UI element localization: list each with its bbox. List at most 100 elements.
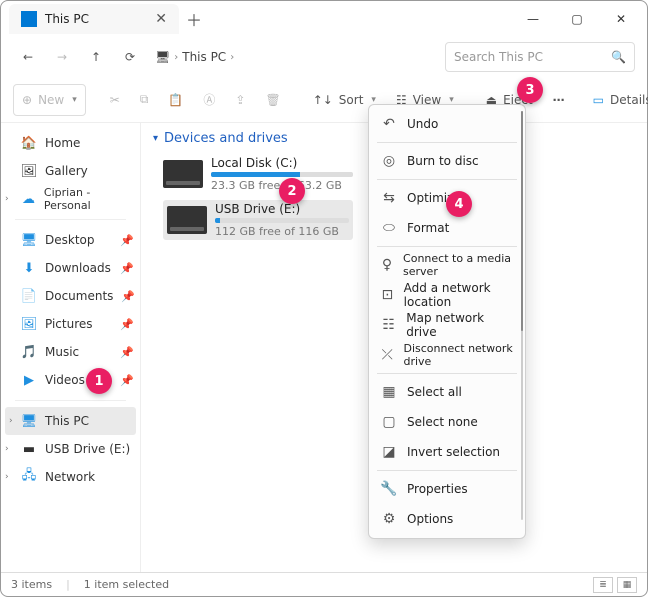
details-button[interactable]: ▭ Details <box>585 84 648 116</box>
minimize-button[interactable]: — <box>511 3 555 35</box>
new-button[interactable]: ⊕ New ▾ <box>13 84 86 116</box>
up-button[interactable]: ↑ <box>81 42 111 72</box>
menu-item-format[interactable]: ⬭Format <box>369 213 525 243</box>
paste-button[interactable]: 📋 <box>160 84 191 116</box>
view-details-button[interactable]: ≣ <box>593 577 613 593</box>
drive-local-disk[interactable]: Local Disk (C:) 23.3 GB free of 63.2 GB <box>163 156 353 192</box>
gear-icon: ⚙ <box>381 511 397 527</box>
search-placeholder: Search This PC <box>454 50 543 64</box>
documents-icon: 📄 <box>21 288 37 304</box>
expand-icon[interactable]: › <box>5 472 9 482</box>
invert-icon: ◪ <box>381 444 397 460</box>
rename-button[interactable]: Ⓐ <box>195 84 223 116</box>
sidebar-item-gallery[interactable]: 🖼Gallery <box>1 157 140 185</box>
section-title: Devices and drives <box>164 131 288 146</box>
menu-item-invert[interactable]: ◪ Invert selection <box>369 437 525 467</box>
chevron-down-icon[interactable]: ▾ <box>153 133 158 144</box>
sidebar-item-label: USB Drive (E:) <box>45 442 130 456</box>
menu-item-disconnect-drive[interactable]: ⤫Disconnect network drive <box>369 340 525 370</box>
expand-icon[interactable]: › <box>9 416 13 426</box>
details-label: Details <box>610 93 648 107</box>
menu-label: Invert selection <box>407 445 500 459</box>
drive-usb[interactable]: USB Drive (E:) 112 GB free of 116 GB <box>163 200 353 240</box>
sidebar-item-videos[interactable]: ▶Videos📌 <box>1 366 140 394</box>
back-button[interactable]: ← <box>13 42 43 72</box>
menu-item-select-all[interactable]: ▦ Select all <box>369 377 525 407</box>
sidebar: 🏠Home 🖼Gallery ›☁Ciprian - Personal 🖥Des… <box>1 123 141 572</box>
forward-button[interactable]: → <box>47 42 77 72</box>
sidebar-item-documents[interactable]: 📄Documents📌 <box>1 282 140 310</box>
chevron-down-icon: ▾ <box>449 95 454 105</box>
monitor-icon: 🖥 <box>155 50 170 64</box>
pin-icon: 📌 <box>120 234 134 247</box>
share-button[interactable]: ⇪ <box>227 84 253 116</box>
expand-icon[interactable]: › <box>5 444 9 454</box>
tab-title: This PC <box>45 12 89 26</box>
sidebar-item-home[interactable]: 🏠Home <box>1 129 140 157</box>
sidebar-item-network[interactable]: ›🖧Network <box>1 463 140 491</box>
sort-icon: ↑↓ <box>313 93 333 107</box>
sidebar-item-label: Home <box>45 136 80 150</box>
separator <box>377 246 517 247</box>
pictures-icon: 🖼 <box>21 316 37 332</box>
overflow-menu: ↶Undo ◎Burn to disc ⇆Optimize ⬭Format ♀C… <box>368 104 526 539</box>
menu-item-properties[interactable]: 🔧Properties <box>369 474 525 504</box>
select-all-icon: ▦ <box>381 384 397 400</box>
cloud-icon: ☁ <box>21 191 36 207</box>
view-icons-button[interactable]: ▦ <box>617 577 637 593</box>
tab-close-icon[interactable]: ✕ <box>155 11 167 27</box>
drive-info: USB Drive (E:) 112 GB free of 116 GB <box>215 202 349 238</box>
delete-button[interactable]: 🗑 <box>257 84 288 116</box>
undo-icon: ↶ <box>381 116 397 132</box>
usb-icon: ▬ <box>21 441 37 457</box>
sidebar-item-downloads[interactable]: ⬇Downloads📌 <box>1 254 140 282</box>
menu-item-media-server[interactable]: ♀Connect to a media server <box>369 250 525 280</box>
menu-label: Properties <box>407 482 468 496</box>
annotation-3: 3 <box>517 77 543 103</box>
new-tab-button[interactable]: ＋ <box>179 4 209 34</box>
sidebar-item-pictures[interactable]: 🖼Pictures📌 <box>1 310 140 338</box>
maximize-button[interactable]: ▢ <box>555 3 599 35</box>
menu-label: Select all <box>407 385 462 399</box>
sidebar-item-cloud[interactable]: ›☁Ciprian - Personal <box>1 185 140 213</box>
cut-button[interactable]: ✂ <box>102 84 128 116</box>
sidebar-item-music[interactable]: 🎵Music📌 <box>1 338 140 366</box>
separator <box>377 142 517 143</box>
menu-item-select-none[interactable]: ▢Select none <box>369 407 525 437</box>
menu-label: Undo <box>407 117 438 131</box>
disc-icon: ◎ <box>381 153 397 169</box>
sidebar-item-label: Documents <box>45 289 113 303</box>
tab-this-pc[interactable]: This PC ✕ <box>9 4 179 34</box>
sidebar-item-usb[interactable]: › ▬ USB Drive (E:) <box>1 435 140 463</box>
close-button[interactable]: ✕ <box>599 3 643 35</box>
computer-icon: 🖥 <box>21 413 37 429</box>
copy-icon: ⧉ <box>140 92 149 107</box>
sidebar-item-desktop[interactable]: 🖥Desktop📌 <box>1 226 140 254</box>
menu-item-burn[interactable]: ◎Burn to disc <box>369 146 525 176</box>
menu-item-add-network[interactable]: ⊡Add a network location <box>369 280 525 310</box>
search-input[interactable]: Search This PC 🔍 <box>445 42 635 72</box>
title-bar: This PC ✕ ＋ — ▢ ✕ <box>1 1 647 37</box>
expand-icon[interactable]: › <box>5 194 9 204</box>
status-selected: 1 item selected <box>84 578 169 591</box>
chevron-down-icon: ▾ <box>72 95 77 105</box>
annotation-2: 2 <box>279 178 305 204</box>
overflow-button[interactable]: ⋯ <box>545 84 573 116</box>
sidebar-item-this-pc[interactable]: ›🖥This PC <box>5 407 136 435</box>
menu-item-undo[interactable]: ↶ Undo <box>369 109 525 139</box>
sidebar-item-label: Network <box>45 470 95 484</box>
separator <box>15 400 126 401</box>
refresh-button[interactable]: ⟳ <box>115 42 145 72</box>
copy-button[interactable]: ⧉ <box>132 84 157 116</box>
menu-label: Select none <box>407 415 478 429</box>
format-icon: ⬭ <box>381 220 397 236</box>
scrollbar-thumb[interactable] <box>521 111 523 331</box>
breadcrumb[interactable]: 🖥 › This PC › <box>155 50 441 64</box>
pin-icon: 📌 <box>120 374 134 387</box>
status-item-count: 3 items <box>11 578 52 591</box>
menu-item-options[interactable]: ⚙Options <box>369 504 525 534</box>
storage-bar <box>215 218 349 223</box>
breadcrumb-item[interactable]: This PC <box>182 50 226 64</box>
map-drive-icon: ☷ <box>381 317 396 333</box>
menu-item-map-drive[interactable]: ☷Map network drive <box>369 310 525 340</box>
